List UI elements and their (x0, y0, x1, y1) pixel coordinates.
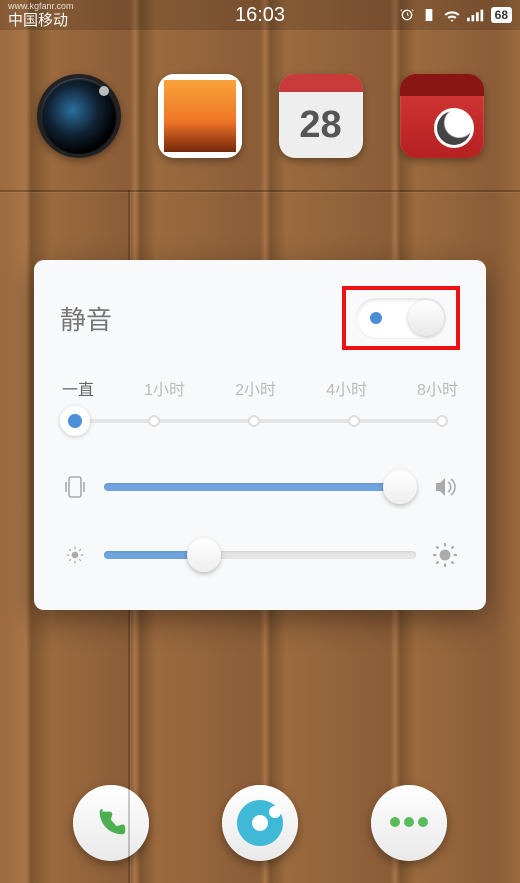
mute-toggle[interactable] (356, 298, 446, 338)
brightness-low-icon (60, 545, 90, 565)
brightness-high-icon (430, 542, 460, 568)
battery-badge: 68 (491, 7, 512, 23)
signal-icon (467, 8, 485, 22)
volume-knob (383, 470, 417, 504)
weibo-app-icon[interactable] (400, 74, 484, 158)
duration-labels: 一直 1小时 2小时 4小时 8小时 (60, 376, 460, 400)
duration-label-2: 2小时 (235, 376, 276, 400)
brightness-slider[interactable] (104, 538, 416, 572)
alarm-icon (399, 7, 415, 23)
duration-knob (60, 406, 90, 436)
phone-dock-button[interactable] (73, 785, 149, 861)
duration-label-4: 8小时 (417, 376, 458, 400)
brightness-knob (187, 538, 221, 572)
wifi-icon (443, 8, 461, 22)
speaker-icon (430, 476, 460, 498)
duration-label-1: 1小时 (144, 376, 185, 400)
message-dots-icon (388, 814, 430, 832)
highlight-box (342, 286, 460, 350)
camera-app-icon[interactable] (37, 74, 121, 158)
vibrate-icon (60, 474, 90, 500)
gallery-app-icon[interactable] (158, 74, 242, 158)
mute-duration-slider[interactable] (60, 406, 460, 436)
carrier-label: 中国移动 (8, 9, 68, 30)
home-screen: www.kgfanr.com 中国移动 16:03 68 28 静音 (0, 0, 520, 883)
toggle-knob (408, 300, 444, 336)
calendar-day: 28 (279, 92, 363, 158)
music-dock-button[interactable] (222, 785, 298, 861)
volume-popup: 静音 一直 1小时 2小时 4小时 8小时 (34, 260, 486, 610)
dock (0, 785, 520, 861)
duration-label-3: 4小时 (326, 376, 367, 400)
clock: 16:03 (235, 4, 285, 27)
popup-title: 静音 (60, 300, 112, 337)
calendar-app-icon[interactable]: 28 (279, 74, 363, 158)
messages-dock-button[interactable] (371, 785, 447, 861)
duration-label-0: 一直 (62, 376, 94, 400)
watermark-url: www.kgfanr.com (8, 1, 74, 11)
vibrate-icon (421, 7, 437, 23)
status-bar: www.kgfanr.com 中国移动 16:03 68 (0, 0, 520, 30)
home-icon-row: 28 (0, 74, 520, 158)
volume-slider[interactable] (104, 470, 416, 504)
